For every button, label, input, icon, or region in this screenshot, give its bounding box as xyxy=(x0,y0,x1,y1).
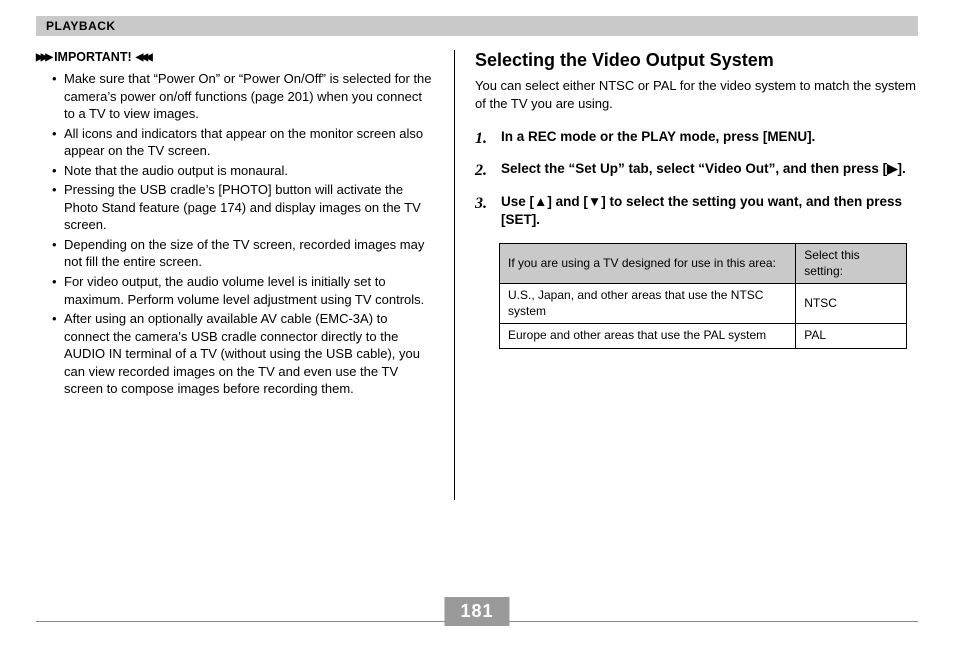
page-footer: 181 xyxy=(36,621,918,622)
table-cell: U.S., Japan, and other areas that use th… xyxy=(500,284,796,324)
list-item: Depending on the size of the TV screen, … xyxy=(54,236,434,271)
section-intro: You can select either NTSC or PAL for th… xyxy=(475,77,918,112)
right-column: Selecting the Video Output System You ca… xyxy=(465,50,918,500)
important-label: IMPORTANT! xyxy=(54,50,132,64)
step-item: Use [▲] and [▼] to select the setting yo… xyxy=(475,193,918,229)
content-columns: ▶▶▶ IMPORTANT! ◀◀◀ Make sure that “Power… xyxy=(36,50,918,500)
table-header-cell: If you are using a TV designed for use i… xyxy=(500,243,796,283)
settings-table: If you are using a TV designed for use i… xyxy=(499,243,907,349)
table-cell: PAL xyxy=(796,324,906,349)
list-item: All icons and indicators that appear on … xyxy=(54,125,434,160)
left-column: ▶▶▶ IMPORTANT! ◀◀◀ Make sure that “Power… xyxy=(36,50,454,500)
backward-icon: ◀◀◀ xyxy=(136,52,150,63)
forward-icon: ▶▶▶ xyxy=(36,52,50,63)
column-divider xyxy=(454,50,455,500)
important-heading: ▶▶▶ IMPORTANT! ◀◀◀ xyxy=(36,50,434,64)
table-header-row: If you are using a TV designed for use i… xyxy=(500,243,907,283)
section-title: Selecting the Video Output System xyxy=(475,50,918,71)
steps-list: In a REC mode or the PLAY mode, press [M… xyxy=(475,128,918,229)
list-item: For video output, the audio volume level… xyxy=(54,273,434,308)
step-item: In a REC mode or the PLAY mode, press [M… xyxy=(475,128,918,146)
table-cell: Europe and other areas that use the PAL … xyxy=(500,324,796,349)
table-row: Europe and other areas that use the PAL … xyxy=(500,324,907,349)
section-header: PLAYBACK xyxy=(36,16,918,36)
list-item: After using an optionally available AV c… xyxy=(54,310,434,398)
page-number: 181 xyxy=(444,597,509,626)
table-cell: NTSC xyxy=(796,284,906,324)
important-bullet-list: Make sure that “Power On” or “Power On/O… xyxy=(36,70,434,398)
list-item: Pressing the USB cradle’s [PHOTO] button… xyxy=(54,181,434,234)
list-item: Make sure that “Power On” or “Power On/O… xyxy=(54,70,434,123)
list-item: Note that the audio output is monaural. xyxy=(54,162,434,180)
step-item: Select the “Set Up” tab, select “Video O… xyxy=(475,160,918,178)
table-header-cell: Select this setting: xyxy=(796,243,906,283)
table-row: U.S., Japan, and other areas that use th… xyxy=(500,284,907,324)
